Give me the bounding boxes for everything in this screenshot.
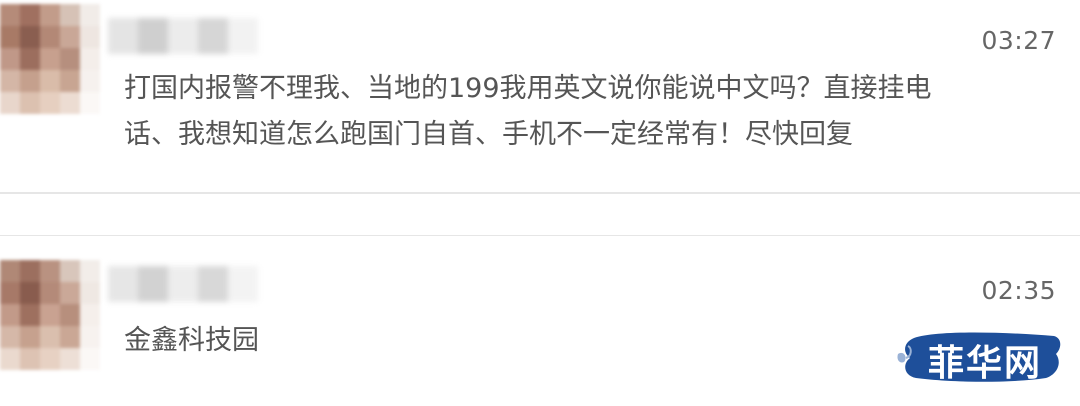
message-text-line: 打国内报警不理我、当地的199我用英文说你能说中文吗？直接挂电 [124, 73, 932, 104]
watermark-logo: 菲华网 [896, 328, 1064, 386]
message-text: 打国内报警不理我、当地的199我用英文说你能说中文吗？直接挂电 话、我想知道怎么… [124, 66, 1004, 158]
watermark-label: 菲华网 [928, 342, 1043, 384]
sender-name-blurred [108, 266, 258, 302]
message-time: 02:35 [981, 276, 1056, 305]
message-time: 03:27 [981, 26, 1056, 55]
sender-name-blurred [108, 18, 258, 54]
message-item[interactable]: 03:27 打国内报警不理我、当地的199我用英文说你能说中文吗？直接挂电 话、… [0, 0, 1080, 192]
message-text-line: 金鑫科技园 [124, 325, 259, 356]
message-text: 金鑫科技园 [124, 318, 1004, 364]
avatar[interactable] [0, 4, 100, 114]
message-text-line: 话、我想知道怎么跑国门自首、手机不一定经常有！尽快回复 [124, 119, 853, 150]
avatar[interactable] [0, 260, 100, 370]
spacer [0, 194, 1080, 236]
